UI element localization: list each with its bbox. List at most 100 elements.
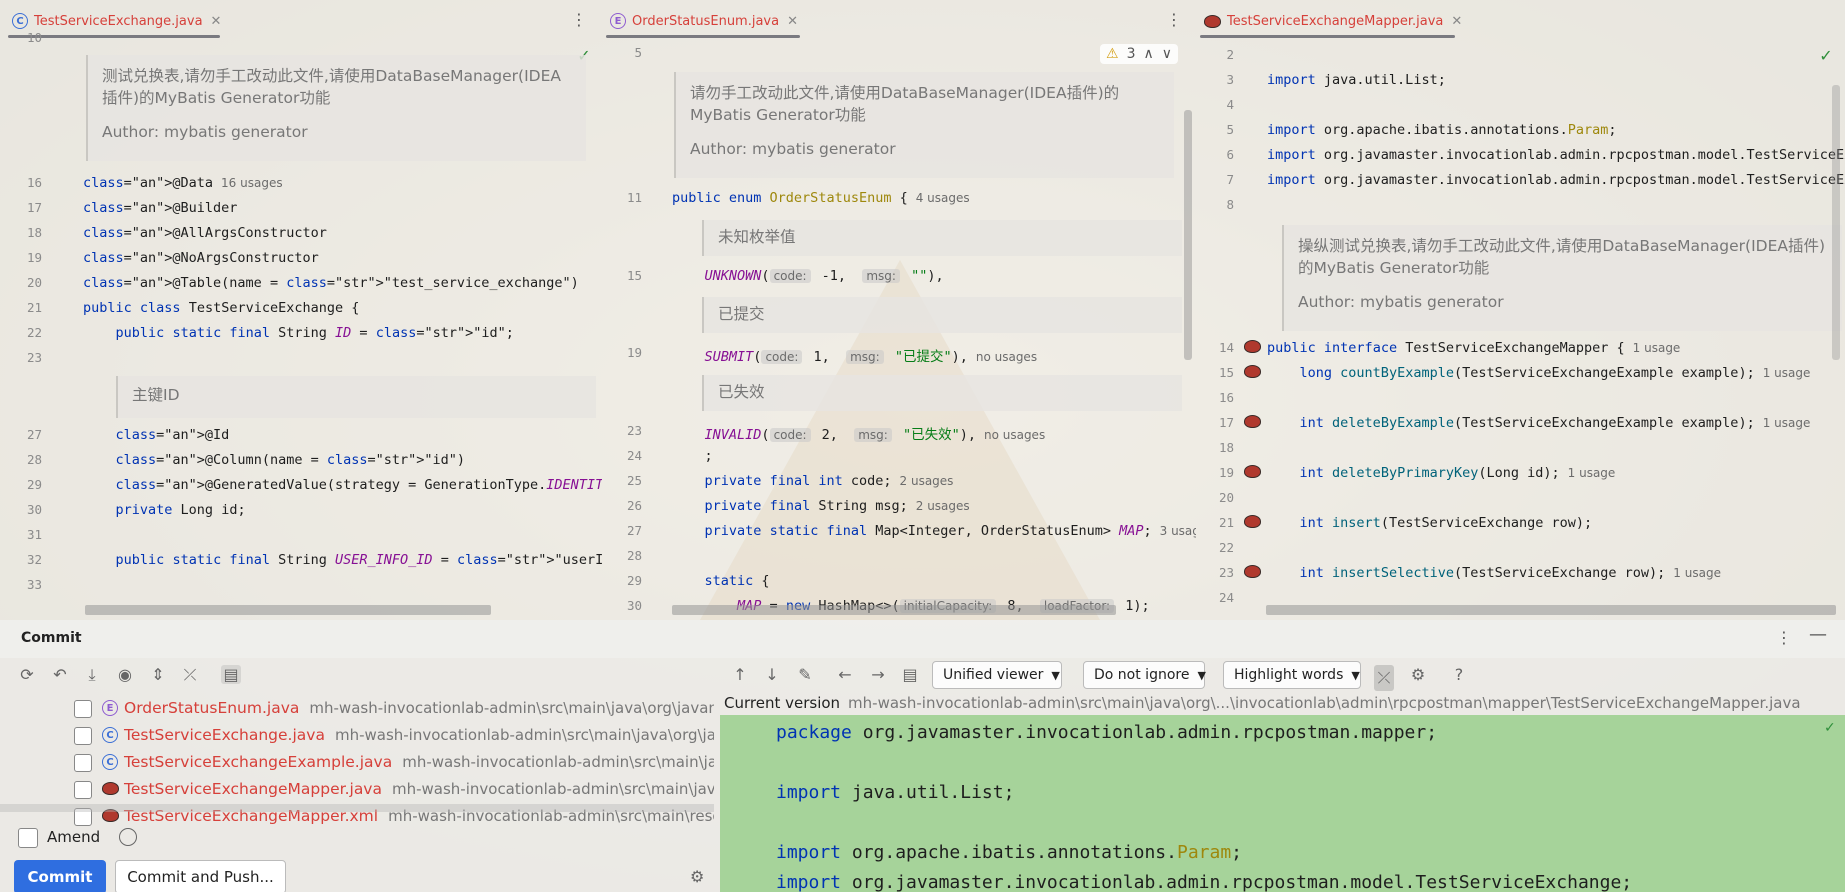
usage-hint[interactable]: 1 usage [1763, 366, 1811, 380]
code-line[interactable]: 33 [0, 572, 602, 597]
vertical-scrollbar[interactable] [1832, 85, 1840, 360]
code-line[interactable]: 5 import org.apache.ibatis.annotations.Pa… [1196, 117, 1845, 142]
viewer-mode-dropdown[interactable]: Unified viewer ▼ [932, 661, 1062, 689]
refresh-icon[interactable]: ⟳ [17, 665, 37, 684]
rollback-icon[interactable]: ↶ [50, 665, 70, 684]
close-icon[interactable]: ✕ [787, 14, 798, 29]
mybatis-navigation-icon[interactable] [1244, 465, 1261, 478]
collapse-all-icon[interactable]: ⤫ [180, 665, 200, 685]
tab-test-service-exchange[interactable]: C TestServiceExchange.java ✕ [12, 9, 221, 33]
mybatis-navigation-icon[interactable] [1244, 515, 1261, 528]
minimize-icon[interactable]: — [1809, 624, 1827, 645]
code-line[interactable]: 6 import org.javamaster.invocationlab.adm… [1196, 142, 1845, 167]
code-line[interactable]: 27 private static final Map<Integer, Ord… [602, 518, 1196, 543]
code-line[interactable]: 23 INVALID(code: 2, msg: "已失效"), no usage… [602, 418, 1196, 443]
code-line[interactable]: 14 public interface TestServiceExchangeMa… [1196, 335, 1845, 360]
vertical-scrollbar[interactable] [1184, 110, 1192, 360]
usage-hint[interactable]: 16 usages [221, 176, 283, 190]
diff-line[interactable]: import org.apache.ibatis.annotations.Par… [776, 842, 1242, 863]
code-line[interactable]: 19 int deleteByPrimaryKey(Long id); 1 usa… [1196, 460, 1845, 485]
file-checkbox[interactable] [74, 781, 92, 799]
view-options-icon[interactable]: ◉ [115, 665, 135, 684]
code-line[interactable]: 29 class="an">@GeneratedValue(strategy =… [0, 472, 602, 497]
shelve-icon[interactable]: ⤓ [82, 665, 102, 685]
help-icon[interactable]: ? [1449, 665, 1469, 684]
code-line[interactable]: 18 class="an">@AllArgsConstructor [0, 220, 602, 245]
next-difference-icon[interactable]: ↓ [762, 665, 782, 684]
code-line[interactable]: 26 private final String msg; 2 usages [602, 493, 1196, 518]
code-line[interactable]: 19 SUBMIT(code: 1, msg: "已提交"), no usages [602, 340, 1196, 365]
code-line[interactable]: 29 static { [602, 568, 1196, 593]
code-line[interactable]: 23 [0, 345, 602, 370]
usage-hint[interactable]: 1 usage [1633, 341, 1681, 355]
code-line[interactable]: 8 [1196, 192, 1845, 217]
whitespace-dropdown[interactable]: Do not ignore ▼ [1083, 661, 1206, 689]
code-line[interactable]: 11 public enum OrderStatusEnum {4 usages [602, 185, 1196, 210]
code-line[interactable]: 21 int insert(TestServiceExchange row); [1196, 510, 1845, 535]
horizontal-scrollbar[interactable] [672, 605, 1116, 615]
diff-line[interactable]: import java.util.List; [776, 782, 1014, 803]
mybatis-navigation-icon[interactable] [1244, 565, 1261, 578]
more-options-icon[interactable]: ⋮ [1776, 628, 1792, 647]
changed-file-row[interactable]: TestServiceExchangeMapper.java mh-wash-in… [0, 776, 714, 803]
edit-source-icon[interactable]: ✎ [795, 665, 815, 684]
expand-all-icon[interactable]: ⇕ [148, 665, 168, 684]
commit-history-icon[interactable] [119, 828, 137, 846]
code-line[interactable]: 31 [0, 522, 602, 547]
code-line[interactable]: 23 int insertSelective(TestServiceExchan… [1196, 560, 1845, 585]
usage-hint[interactable]: no usages [984, 428, 1045, 442]
code-line[interactable]: 25 private final int code; 2 usages [602, 468, 1196, 493]
changed-file-row[interactable]: C TestServiceExchangeExample.java mh-wash-… [0, 749, 714, 776]
next-highlight-icon[interactable]: ∨ [1162, 46, 1172, 62]
next-file-icon[interactable]: → [868, 665, 888, 684]
commit-button[interactable]: Commit [14, 860, 106, 892]
diff-settings-icon[interactable]: ⚙ [1408, 665, 1428, 684]
close-icon[interactable]: ✕ [1451, 14, 1462, 29]
code-line[interactable]: 15 UNKNOWN(code: -1, msg: ""), [602, 263, 1196, 288]
diff-line[interactable]: package org.javamaster.invocationlab.adm… [776, 722, 1437, 743]
usage-hint[interactable]: 1 usage [1568, 466, 1616, 480]
show-diff-preview-icon[interactable]: ▤ [221, 665, 241, 684]
horizontal-scrollbar[interactable] [1266, 605, 1836, 615]
code-line[interactable]: 24 ; [602, 443, 1196, 468]
code-line[interactable]: 28 class="an">@Column(name = class="str"… [0, 447, 602, 472]
code-line[interactable]: 32 public static final String USER_INFO_… [0, 547, 602, 572]
file-list-scrollbar[interactable] [0, 804, 714, 812]
code-line[interactable]: 16 class="an">@Data 16 usages [0, 170, 602, 195]
code-line[interactable]: 16 [1196, 385, 1845, 410]
inspection-widget[interactable]: ⚠ 3 ∧ ∨ [1100, 44, 1178, 64]
usage-hint[interactable]: 4 usages [916, 191, 970, 205]
file-list-icon[interactable]: ▤ [900, 665, 920, 684]
more-options-icon[interactable]: ⋮ [1166, 10, 1182, 29]
mybatis-navigation-icon[interactable] [1244, 365, 1261, 378]
code-line[interactable]: 15 long countByExample(TestServiceExchan… [1196, 360, 1845, 385]
code-line[interactable]: 7 import org.javamaster.invocationlab.adm… [1196, 167, 1845, 192]
close-icon[interactable]: ✕ [211, 14, 222, 29]
code-line[interactable]: 17 int deleteByExample(TestServiceExchan… [1196, 410, 1845, 435]
settings-icon[interactable]: ⚙ [690, 867, 704, 886]
code-line[interactable]: 18 [1196, 435, 1845, 460]
amend-checkbox[interactable] [18, 828, 38, 848]
file-checkbox[interactable] [74, 700, 92, 718]
usage-hint[interactable]: 1 usage [1763, 416, 1811, 430]
mybatis-navigation-icon[interactable] [1244, 415, 1261, 428]
usage-hint[interactable]: 2 usages [916, 499, 970, 513]
tab-test-service-exchange-mapper[interactable]: TestServiceExchangeMapper.java ✕ [1204, 9, 1462, 33]
usage-hint[interactable]: 3 usag [1160, 524, 1196, 538]
code-line[interactable]: 22 public static final String ID = class… [0, 320, 602, 345]
file-checkbox[interactable] [74, 727, 92, 745]
horizontal-scrollbar[interactable] [85, 605, 491, 615]
usage-hint[interactable]: no usages [976, 350, 1037, 364]
code-line[interactable]: 3 import java.util.List; [1196, 67, 1845, 92]
usage-hint[interactable]: 2 usages [900, 474, 954, 488]
code-line[interactable]: 22 [1196, 535, 1845, 560]
code-line[interactable]: 2 [1196, 42, 1845, 67]
mybatis-navigation-icon[interactable] [1244, 340, 1261, 353]
changed-file-row[interactable]: E OrderStatusEnum.java mh-wash-invocationl… [0, 695, 714, 722]
code-line[interactable]: 30 private Long id; [0, 497, 602, 522]
previous-file-icon[interactable]: ← [835, 665, 855, 684]
commit-and-push-button[interactable]: Commit and Push... [115, 860, 286, 892]
collapse-unchanged-icon[interactable]: ⤫ [1374, 665, 1394, 691]
highlight-dropdown[interactable]: Highlight words ▼ [1223, 661, 1361, 689]
code-line[interactable]: 20 [1196, 485, 1845, 510]
